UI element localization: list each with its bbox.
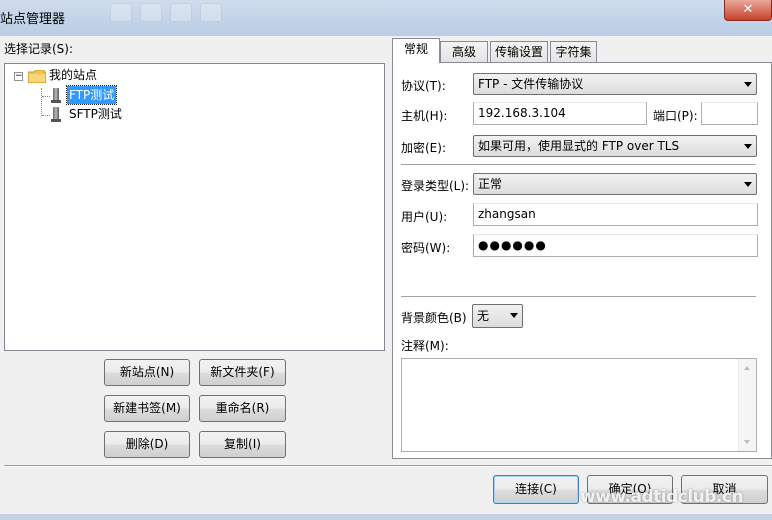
password-label: 密码(W): xyxy=(401,241,451,255)
window-title: 站点管理器 xyxy=(0,12,66,27)
server-icon xyxy=(51,88,61,103)
chevron-down-icon xyxy=(744,82,752,87)
ghost-button xyxy=(110,3,132,22)
new-bookmark-button[interactable]: 新建书签(M) xyxy=(104,395,190,422)
encryption-value: 如果可用，使用显式的 FTP over TLS xyxy=(478,139,680,153)
tree-item-label: SFTP测试 xyxy=(69,107,122,121)
ghost-button xyxy=(170,3,192,22)
protocol-value: FTP - 文件传输协议 xyxy=(478,77,584,91)
background-color-select[interactable]: 无 xyxy=(472,304,523,328)
ghost-button xyxy=(200,3,222,22)
new-folder-button[interactable]: 新文件夹(F) xyxy=(199,359,286,386)
tree-guide xyxy=(42,115,50,116)
encryption-select[interactable]: 如果可用，使用显式的 FTP over TLS xyxy=(473,135,757,157)
connect-button[interactable]: 连接(C) xyxy=(493,475,579,504)
protocol-label: 协议(T): xyxy=(401,79,446,93)
user-input[interactable]: zhangsan xyxy=(473,203,758,226)
server-icon xyxy=(51,107,61,122)
rename-button[interactable]: 重命名(R) xyxy=(199,395,286,422)
encryption-label: 加密(E): xyxy=(401,141,446,155)
separator xyxy=(4,465,772,467)
protocol-select[interactable]: FTP - 文件传输协议 xyxy=(473,73,757,95)
select-entry-label: 选择记录(S): xyxy=(4,42,74,56)
chevron-down-icon xyxy=(510,313,518,318)
close-icon: ✕ xyxy=(742,2,754,17)
tree-root[interactable]: − 我的站点 xyxy=(5,66,375,84)
tab-charset[interactable]: 字符集 xyxy=(550,41,597,63)
host-input[interactable]: 192.168.3.104 xyxy=(473,102,647,125)
comments-textarea[interactable] xyxy=(401,358,757,452)
scroll-down-icon[interactable] xyxy=(744,440,750,444)
scroll-up-icon[interactable] xyxy=(744,366,750,370)
watermark-text: www.adtidclub.cn xyxy=(580,487,744,507)
copy-button[interactable]: 复制(I) xyxy=(199,431,286,458)
close-button[interactable]: ✕ xyxy=(724,0,772,21)
chevron-down-icon xyxy=(744,182,752,187)
host-label: 主机(H): xyxy=(401,109,448,123)
comments-scrollbar[interactable] xyxy=(738,359,756,451)
tree-root-label: 我的站点 xyxy=(49,68,98,82)
comments-label: 注释(M): xyxy=(401,339,449,353)
background-color-label: 背景颜色(B) xyxy=(401,311,467,325)
title-bar: 站点管理器 ✕ xyxy=(0,0,772,36)
ghost-button xyxy=(140,3,162,22)
window-frame-bottom xyxy=(0,514,772,520)
separator xyxy=(401,164,756,166)
tree-guide xyxy=(41,88,42,116)
background-color-value: 无 xyxy=(477,309,490,323)
tab-general[interactable]: 常规 xyxy=(392,38,440,63)
logon-type-select[interactable]: 正常 xyxy=(473,173,757,195)
tab-advanced[interactable]: 高级 xyxy=(440,41,488,63)
password-input[interactable]: ●●●●●● xyxy=(473,234,758,257)
logon-type-label: 登录类型(L): xyxy=(401,179,470,193)
delete-button[interactable]: 删除(D) xyxy=(104,431,190,458)
site-tree[interactable]: − 我的站点 FTP测试 SFTP测试 xyxy=(4,63,385,351)
collapse-icon[interactable]: − xyxy=(14,72,23,81)
port-input[interactable] xyxy=(701,102,758,125)
logon-type-value: 正常 xyxy=(478,177,503,191)
tree-guide xyxy=(42,96,50,97)
tab-transfer-settings[interactable]: 传输设置 xyxy=(490,41,548,63)
tree-item-label: FTP测试 xyxy=(65,85,118,105)
separator xyxy=(401,296,756,298)
chevron-down-icon xyxy=(744,144,752,149)
new-site-button[interactable]: 新站点(N) xyxy=(104,359,190,386)
folder-icon xyxy=(28,70,46,83)
port-label: 端口(P): xyxy=(653,109,698,123)
user-label: 用户(U): xyxy=(401,210,448,224)
